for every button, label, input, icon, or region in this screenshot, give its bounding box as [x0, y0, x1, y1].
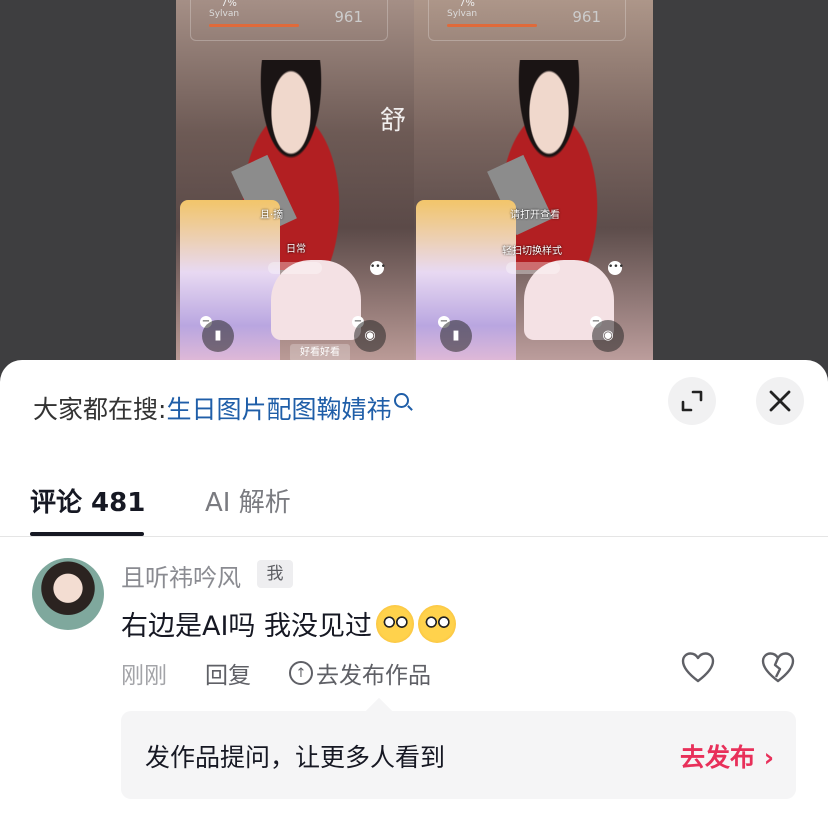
page-dots — [268, 262, 322, 274]
camera-icon[interactable]: ◉ — [592, 320, 624, 352]
close-button[interactable] — [756, 377, 804, 425]
like-heart-icon[interactable] — [680, 650, 716, 686]
widget-progress — [447, 24, 537, 27]
shocked-emoji-icon — [418, 605, 457, 643]
search-prefix: 大家都在搜: — [33, 395, 167, 424]
upload-icon: ↑ — [289, 661, 313, 685]
comment-timestamp: 刚刚 — [121, 663, 167, 689]
battery-text: 7% — [221, 0, 237, 9]
comment-body: 右边是AI吗 我没见过 — [121, 611, 373, 642]
widget-name: Sylvan — [209, 9, 240, 19]
search-suggestion[interactable]: 大家都在搜:生日图片配图鞠婧祎 — [33, 390, 410, 426]
shocked-emoji-icon — [376, 605, 415, 643]
dislike-broken-heart-icon[interactable] — [760, 650, 796, 686]
camera-icon[interactable]: ◉ — [354, 320, 386, 352]
more-icon[interactable]: ••• — [370, 261, 386, 275]
widget-score: 961 — [334, 8, 363, 26]
avatar[interactable] — [32, 558, 104, 630]
reply-button[interactable]: 回复 — [205, 656, 251, 690]
flashlight-icon[interactable]: ▮ — [202, 320, 234, 352]
me-badge: 我 — [257, 560, 293, 588]
overlay-label: 日常 — [286, 244, 306, 255]
more-icon[interactable]: ••• — [608, 261, 624, 275]
tab-ai-analysis[interactable]: AI 解析 — [205, 482, 291, 519]
publish-tip-banner[interactable]: 发作品提问，让更多人看到 去发布 › — [121, 711, 796, 799]
expand-button[interactable] — [668, 377, 716, 425]
tab-comments[interactable]: 评论 481 — [30, 482, 145, 519]
comment-tabs: 评论 481 AI 解析 — [0, 470, 828, 537]
widget-progress — [209, 24, 299, 27]
widget-score: 961 — [572, 8, 601, 26]
birthday-cake — [180, 200, 280, 380]
tip-message: 发作品提问，让更多人看到 — [145, 743, 446, 772]
video-preview[interactable]: 7% Sylvan 961 且·摘 日常 ••• − ▮ − ◉ 7% Sylv… — [0, 0, 828, 380]
status-widget: 7% Sylvan 961 — [190, 0, 388, 41]
overlay-label: 轻扫切换样式 — [502, 246, 562, 257]
comment-username[interactable]: 且听祎吟风 — [121, 558, 241, 593]
status-widget: 7% Sylvan 961 — [428, 0, 626, 41]
birthday-cake — [416, 200, 516, 380]
go-publish-label: 去发布 — [679, 743, 755, 772]
comment-text: 右边是AI吗 我没见过 — [121, 604, 457, 643]
publish-work-label: 去发布作品 — [316, 663, 431, 689]
publish-work-button[interactable]: ↑ 去发布作品 — [289, 656, 431, 690]
active-tab-indicator — [30, 532, 144, 536]
search-keyword[interactable]: 生日图片配图鞠婧祎 — [166, 395, 391, 424]
widget-name: Sylvan — [447, 9, 478, 19]
expand-icon — [681, 390, 703, 412]
overlay-label: 且·摘 — [260, 210, 284, 221]
comment-sheet: 大家都在搜:生日图片配图鞠婧祎 评论 481 AI 解析 且听祎吟风 我 右边是… — [0, 360, 828, 835]
battery-text: 7% — [459, 0, 475, 9]
page-dots — [506, 262, 560, 274]
go-publish-link[interactable]: 去发布 › — [680, 738, 774, 774]
flashlight-icon[interactable]: ▮ — [440, 320, 472, 352]
calligraphy-sticker: 舒 — [380, 106, 407, 136]
chevron-right-icon: › — [763, 743, 774, 772]
overlay-label: 请打开查看 — [510, 210, 560, 221]
search-icon — [394, 393, 410, 408]
left-photo: 7% Sylvan 961 且·摘 日常 ••• − ▮ − ◉ — [176, 0, 414, 380]
close-icon — [769, 390, 791, 412]
